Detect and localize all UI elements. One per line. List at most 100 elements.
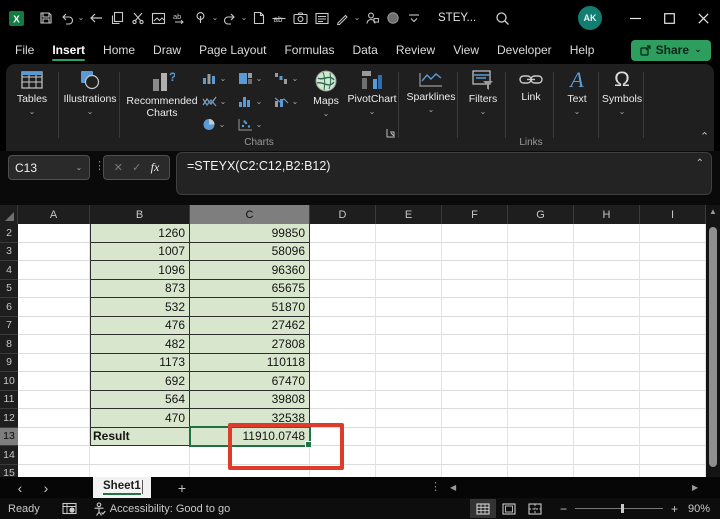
cell-D11[interactable]	[310, 390, 376, 409]
cell-F12[interactable]	[442, 409, 508, 428]
paste-picture-icon[interactable]	[148, 7, 169, 29]
vertical-scrollbar[interactable]: ▲	[706, 205, 720, 477]
cell-C3[interactable]: 58096	[190, 242, 310, 261]
cell-G10[interactable]	[508, 372, 574, 391]
column-header-F[interactable]: F	[442, 205, 508, 224]
row-header-7[interactable]: 7	[0, 316, 18, 335]
cell-E15[interactable]	[376, 464, 442, 477]
cell-E11[interactable]	[376, 390, 442, 409]
cell-H15[interactable]	[574, 464, 640, 477]
cell-F3[interactable]	[442, 242, 508, 261]
row-header-10[interactable]: 10	[0, 372, 18, 391]
macro-record-button[interactable]	[62, 502, 77, 515]
cell-G2[interactable]	[508, 224, 574, 243]
cell-G13[interactable]	[508, 427, 574, 446]
cell-E4[interactable]	[376, 261, 442, 280]
cell-I7[interactable]	[640, 316, 706, 335]
cell-F14[interactable]	[442, 446, 508, 465]
symbols-button[interactable]: Ω Symbols ⌄	[600, 69, 644, 116]
cell-A12[interactable]	[18, 409, 90, 428]
cut-icon[interactable]	[127, 7, 148, 29]
column-header-B[interactable]: B	[90, 205, 190, 224]
row-header-9[interactable]: 9	[0, 353, 18, 372]
row-header-15[interactable]: 15	[0, 464, 18, 477]
cell-G9[interactable]	[508, 353, 574, 372]
cell-F4[interactable]	[442, 261, 508, 280]
cell-G4[interactable]	[508, 261, 574, 280]
tables-button[interactable]: Tables ⌄	[8, 69, 56, 116]
cell-G3[interactable]	[508, 242, 574, 261]
cell-E6[interactable]	[376, 298, 442, 317]
formula-input[interactable]: =STEYX(C2:C12,B2:B12) ⌃	[176, 152, 712, 195]
cell-B6[interactable]: 532	[90, 298, 190, 317]
cell-I4[interactable]	[640, 261, 706, 280]
cell-D2[interactable]	[310, 224, 376, 243]
pie-chart-button[interactable]: ⌄	[202, 118, 226, 131]
cell-H5[interactable]	[574, 279, 640, 298]
cell-B12[interactable]: 470	[90, 409, 190, 428]
zoom-out-button[interactable]: −	[560, 502, 567, 516]
cell-A7[interactable]	[18, 316, 90, 335]
previous-sheet-button[interactable]: ‹	[10, 477, 30, 498]
scroll-right-icon[interactable]: ▶	[692, 483, 698, 492]
cell-A6[interactable]	[18, 298, 90, 317]
cell-F13[interactable]	[442, 427, 508, 446]
cell-F10[interactable]	[442, 372, 508, 391]
strikethrough-icon[interactable]: ab	[269, 7, 290, 29]
cell-I13[interactable]	[640, 427, 706, 446]
cell-A14[interactable]	[18, 446, 90, 465]
cell-C10[interactable]: 67470	[190, 372, 310, 391]
ink-icon[interactable]	[332, 7, 353, 29]
tab-developer[interactable]: Developer	[488, 38, 561, 63]
maps-button[interactable]: Maps ⌄	[306, 69, 346, 118]
charts-dialog-launcher[interactable]	[386, 128, 396, 141]
cell-I2[interactable]	[640, 224, 706, 243]
record-macro-icon[interactable]	[382, 7, 403, 29]
cell-I15[interactable]	[640, 464, 706, 477]
scroll-left-icon[interactable]: ◀	[450, 483, 456, 492]
cell-D10[interactable]	[310, 372, 376, 391]
cell-I10[interactable]	[640, 372, 706, 391]
undo-icon[interactable]	[56, 7, 77, 29]
normal-view-button[interactable]	[469, 499, 496, 518]
cell-H8[interactable]	[574, 335, 640, 354]
save-icon[interactable]	[35, 7, 56, 29]
camera-icon[interactable]	[290, 7, 311, 29]
cell-I5[interactable]	[640, 279, 706, 298]
cell-H10[interactable]	[574, 372, 640, 391]
undo-dropdown-icon[interactable]: ⌄	[77, 14, 85, 22]
cell-G12[interactable]	[508, 409, 574, 428]
replace-icon[interactable]: ab	[169, 7, 190, 29]
cell-E9[interactable]	[376, 353, 442, 372]
new-file-icon[interactable]	[248, 7, 269, 29]
histogram-chart-button[interactable]: ⌄	[238, 95, 263, 108]
cell-H6[interactable]	[574, 298, 640, 317]
add-sheet-button[interactable]: +	[172, 477, 192, 498]
cell-B14[interactable]	[90, 446, 190, 465]
cell-A13[interactable]	[18, 427, 90, 446]
touch-mode-dropdown-icon[interactable]: ⌄	[211, 14, 219, 22]
cell-A11[interactable]	[18, 390, 90, 409]
row-header-6[interactable]: 6	[0, 298, 18, 317]
cell-F15[interactable]	[442, 464, 508, 477]
row-header-3[interactable]: 3	[0, 242, 18, 261]
cell-B15[interactable]	[90, 464, 190, 477]
next-sheet-button[interactable]: ›	[36, 477, 56, 498]
cell-A2[interactable]	[18, 224, 90, 243]
redo-dropdown-icon[interactable]: ⌄	[240, 14, 248, 22]
collapse-ribbon-icon[interactable]: ⌃	[700, 130, 709, 143]
row-header-11[interactable]: 11	[0, 390, 18, 409]
cell-D4[interactable]	[310, 261, 376, 280]
cell-E12[interactable]	[376, 409, 442, 428]
link-button[interactable]: Link	[509, 69, 553, 103]
cell-D6[interactable]	[310, 298, 376, 317]
sparklines-button[interactable]: Sparklines ⌄	[404, 69, 458, 114]
cell-F7[interactable]	[442, 316, 508, 335]
hierarchy-chart-button[interactable]: ⌄	[238, 72, 263, 85]
zoom-level[interactable]: 90%	[688, 503, 710, 515]
cell-E14[interactable]	[376, 446, 442, 465]
cell-G14[interactable]	[508, 446, 574, 465]
select-all-corner[interactable]	[0, 205, 18, 224]
combo-chart-button[interactable]: ⌄	[274, 95, 299, 108]
cell-E2[interactable]	[376, 224, 442, 243]
